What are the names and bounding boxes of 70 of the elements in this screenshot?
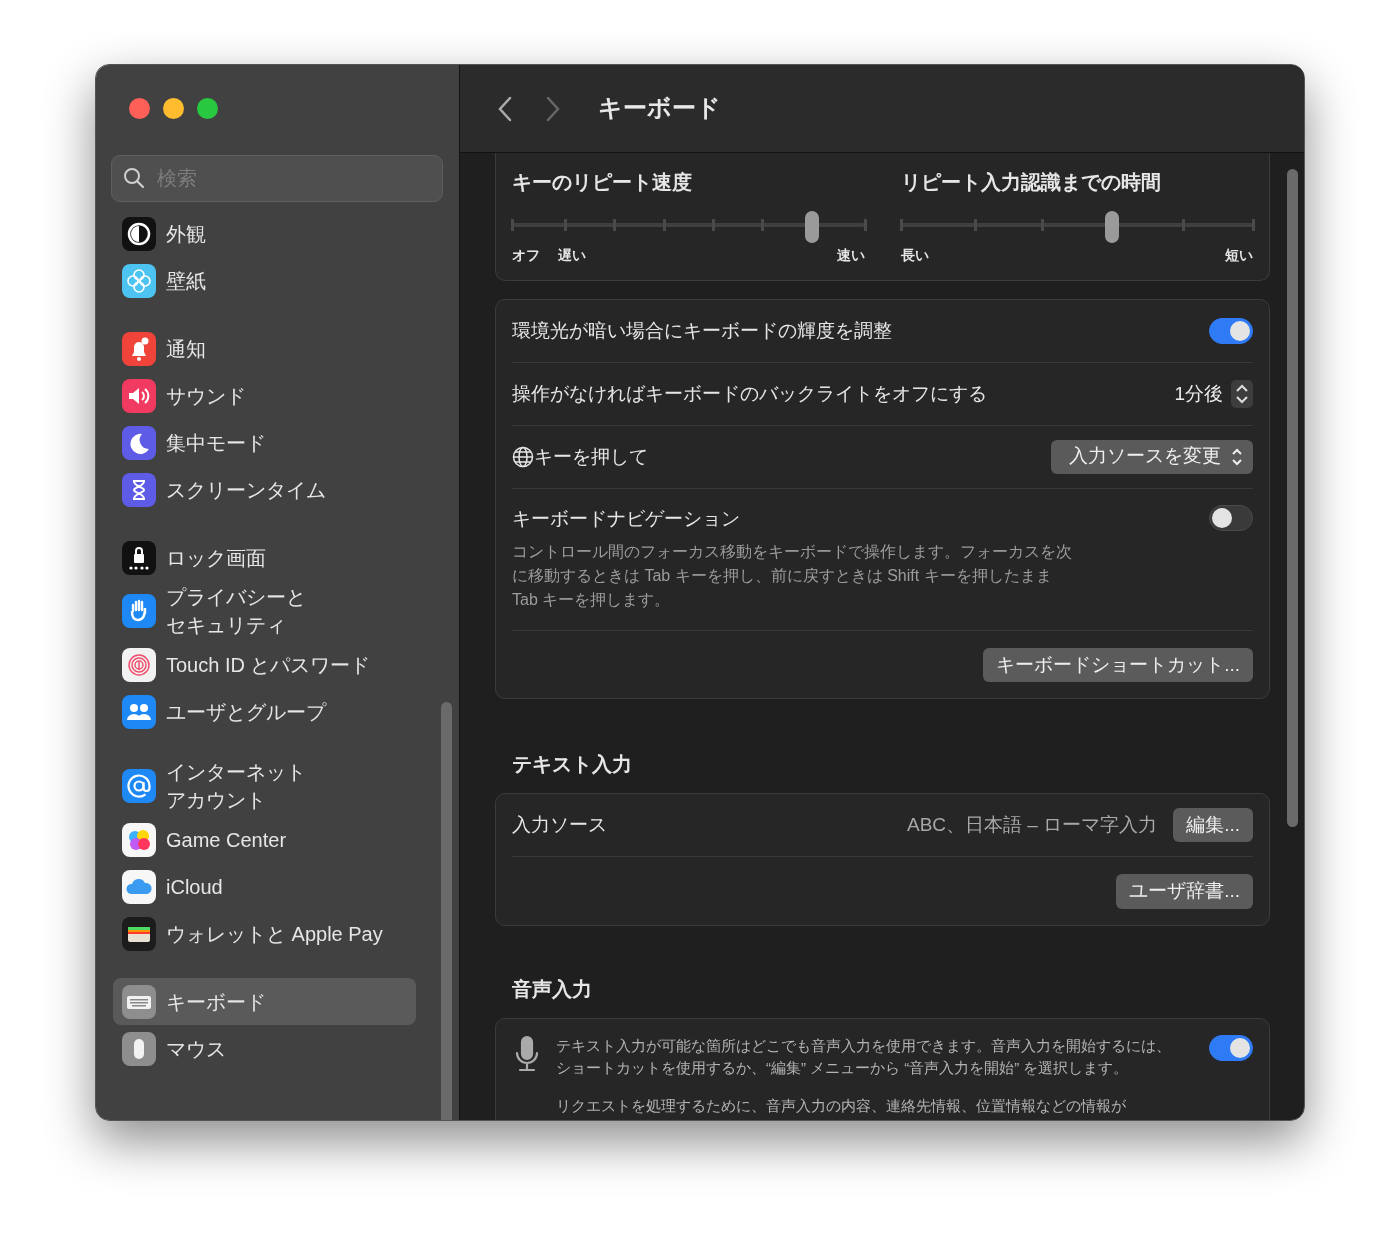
sidebar-item[interactable]: スクリーンタイム xyxy=(113,466,416,513)
toggle-switch[interactable] xyxy=(1209,318,1253,344)
dictation-note: リクエストを処理するために、音声入力の内容、連絡先情報、位置情報などの情報が xyxy=(556,1095,1127,1116)
mouse-icon xyxy=(122,1031,156,1066)
close-button[interactable] xyxy=(129,98,150,119)
speaker-icon xyxy=(122,378,156,413)
zoom-button[interactable] xyxy=(197,98,218,119)
globe-icon xyxy=(512,446,534,468)
at-sign-icon xyxy=(122,769,156,803)
sidebar-item[interactable]: Touch ID とパスワード xyxy=(113,641,416,688)
user-dictionary-button[interactable]: ユーザ辞書... xyxy=(1116,874,1253,909)
wallet-icon xyxy=(122,916,156,951)
sidebar-item[interactable]: ロック画面 xyxy=(113,534,416,581)
keyboard-icon xyxy=(122,984,156,1019)
setting-label: 操作がなければキーボードのバックライトをオフにする xyxy=(512,381,987,406)
sidebar-item[interactable]: プライバシーとセキュリティ xyxy=(113,581,416,641)
setting-label: 環境光が暗い場合にキーボードの輝度を調整 xyxy=(512,318,892,343)
minimize-button[interactable] xyxy=(163,98,184,119)
chevrons-icon xyxy=(1231,380,1253,408)
slider-label: 速い xyxy=(836,246,865,265)
scrollbar[interactable] xyxy=(1287,169,1298,827)
scrollbar[interactable] xyxy=(441,702,452,1120)
dictation-description: テキスト入力が可能な箇所はどこでも音声入力を使用できます。音声入力を開始するには、ショートカットを使用するか、“編集” メニューから “音声入力を開始” を選択します。 xyxy=(556,1035,1172,1078)
colored-bubbles-icon xyxy=(122,822,156,857)
slider-label: 遅い xyxy=(558,246,586,265)
hourglass-icon xyxy=(122,472,156,507)
sidebar-item[interactable]: ユーザとグループ xyxy=(113,688,416,735)
sidebar-item[interactable]: キーボード xyxy=(113,978,416,1025)
setting-value: ABC、日本語 – ローマ字入力 xyxy=(906,812,1158,837)
sidebar-item[interactable]: 壁紙 xyxy=(113,257,416,304)
sidebar-item[interactable]: マウス xyxy=(113,1025,416,1072)
setting-label: キーを押して xyxy=(534,444,648,469)
setting-label: 入力ソース xyxy=(512,812,607,837)
sidebar-item[interactable]: 集中モード xyxy=(113,419,416,466)
sidebar-item[interactable]: 外観 xyxy=(113,210,416,257)
toggle-switch[interactable] xyxy=(1209,505,1253,531)
chevrons-icon xyxy=(1231,446,1243,467)
slider-thumb[interactable] xyxy=(1105,211,1119,243)
popup-button[interactable]: 入力ソースを変更 xyxy=(1051,440,1253,474)
hand-icon xyxy=(122,594,156,628)
toggle-switch[interactable] xyxy=(1209,1034,1253,1061)
sidebar-item[interactable]: iCloud xyxy=(113,863,416,910)
sidebar-item[interactable]: インターネットアカウント xyxy=(113,756,416,816)
slider-label: 長い xyxy=(900,246,929,265)
slider-label: 短い xyxy=(1225,246,1253,265)
flower-icon xyxy=(122,263,156,298)
section-heading: 音声入力 xyxy=(512,976,593,1002)
slider-thumb[interactable] xyxy=(804,211,819,243)
window-title: キーボード xyxy=(598,94,721,123)
slider-label: オフ xyxy=(512,246,540,265)
setting-label: キーボードナビゲーション xyxy=(512,507,741,531)
sidebar-item[interactable]: Game Center xyxy=(113,816,416,863)
edit-button[interactable]: 編集... xyxy=(1173,807,1253,843)
cloud-icon xyxy=(122,869,156,904)
lock-icon xyxy=(122,540,156,575)
setting-description: コントロール間のフォーカス移動をキーボードで操作します。フォーカスを次に移動するときは Tab キーを押し、前に戻すときは Shift キーを押したまま Tab キーを押します。 xyxy=(512,541,1072,610)
sidebar-item[interactable]: ウォレットと Apple Pay xyxy=(113,910,416,957)
people-icon xyxy=(122,694,156,729)
sidebar-item[interactable]: 通知 xyxy=(113,325,416,372)
fingerprint-icon xyxy=(122,647,156,682)
shortcuts-button[interactable]: キーボードショートカット... xyxy=(983,647,1253,682)
bell-icon xyxy=(122,331,156,366)
moon-icon xyxy=(122,425,156,460)
stepper-popup[interactable]: 1分後 xyxy=(1174,379,1253,409)
slider-title: キーのリピート速度 xyxy=(512,170,693,195)
section-heading: テキスト入力 xyxy=(512,752,633,777)
back-icon[interactable] xyxy=(496,94,514,123)
slider-title: リピート入力認識までの時間 xyxy=(900,170,1162,195)
sidebar-item[interactable]: サウンド xyxy=(113,372,416,419)
forward-icon[interactable] xyxy=(544,94,562,123)
